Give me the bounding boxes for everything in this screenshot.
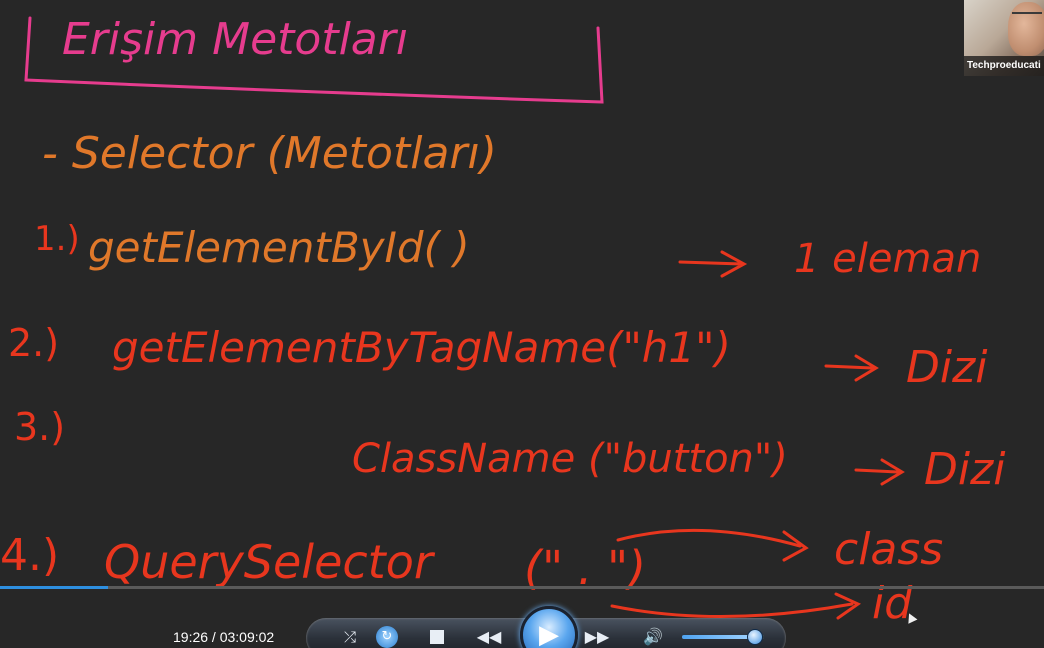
item-2-result: Dizi — [906, 342, 988, 393]
repeat-icon[interactable]: ↻ — [376, 626, 398, 648]
webcam-thumbnail: Techproeducati — [964, 0, 1044, 76]
title-text: Erişim Metotları — [62, 14, 408, 65]
item-1-code: getElementById( ) — [88, 223, 470, 272]
selector-heading: - Selector (Metotları) — [42, 128, 497, 179]
item-1-arrow — [678, 250, 748, 278]
seek-bar-progress — [0, 586, 108, 589]
item-3-result: Dizi — [924, 444, 1006, 495]
stop-icon[interactable] — [430, 630, 444, 644]
shuffle-icon[interactable]: ⤮ — [340, 628, 360, 646]
webcam-caption: Techproeducati — [964, 56, 1044, 76]
rewind-icon[interactable]: ◀◀ — [474, 627, 504, 646]
item-4-class-label: class — [834, 524, 943, 575]
volume-slider-thumb[interactable] — [747, 629, 764, 645]
video-frame: Erişim Metotları - Selector (Metotları) … — [0, 0, 1044, 648]
volume-icon[interactable]: 🔊 — [642, 627, 664, 646]
item-4-code: QuerySelector — [104, 535, 436, 589]
item-1-number: 1.) — [34, 219, 80, 259]
item-4-number: 4.) — [0, 530, 59, 581]
whiteboard-canvas: Erişim Metotları - Selector (Metotları) … — [0, 14, 1006, 629]
item-4-arrow-id — [610, 592, 862, 620]
item-3-number: 3.) — [14, 405, 65, 449]
presenter-glasses — [1012, 12, 1042, 20]
seek-bar[interactable] — [0, 586, 1044, 589]
item-4-arrow-class — [616, 528, 809, 562]
item-2-arrow — [824, 354, 879, 382]
presenter-face — [1008, 2, 1044, 56]
player-controls: ⤮ ↻ ◀◀ ▶ ▶▶ 🔊 — [306, 606, 786, 648]
item-1-result: 1 eleman — [794, 236, 981, 282]
timecode: 19:26 / 03:09:02 — [173, 629, 275, 645]
item-2-number: 2.) — [8, 321, 59, 365]
fast-forward-icon[interactable]: ▶▶ — [582, 627, 612, 646]
item-3-code: ClassName ("button") — [352, 436, 788, 482]
item-3-arrow — [854, 458, 905, 486]
item-2-code: getElementByTagName("h1") — [112, 323, 731, 372]
volume-level — [682, 635, 755, 639]
